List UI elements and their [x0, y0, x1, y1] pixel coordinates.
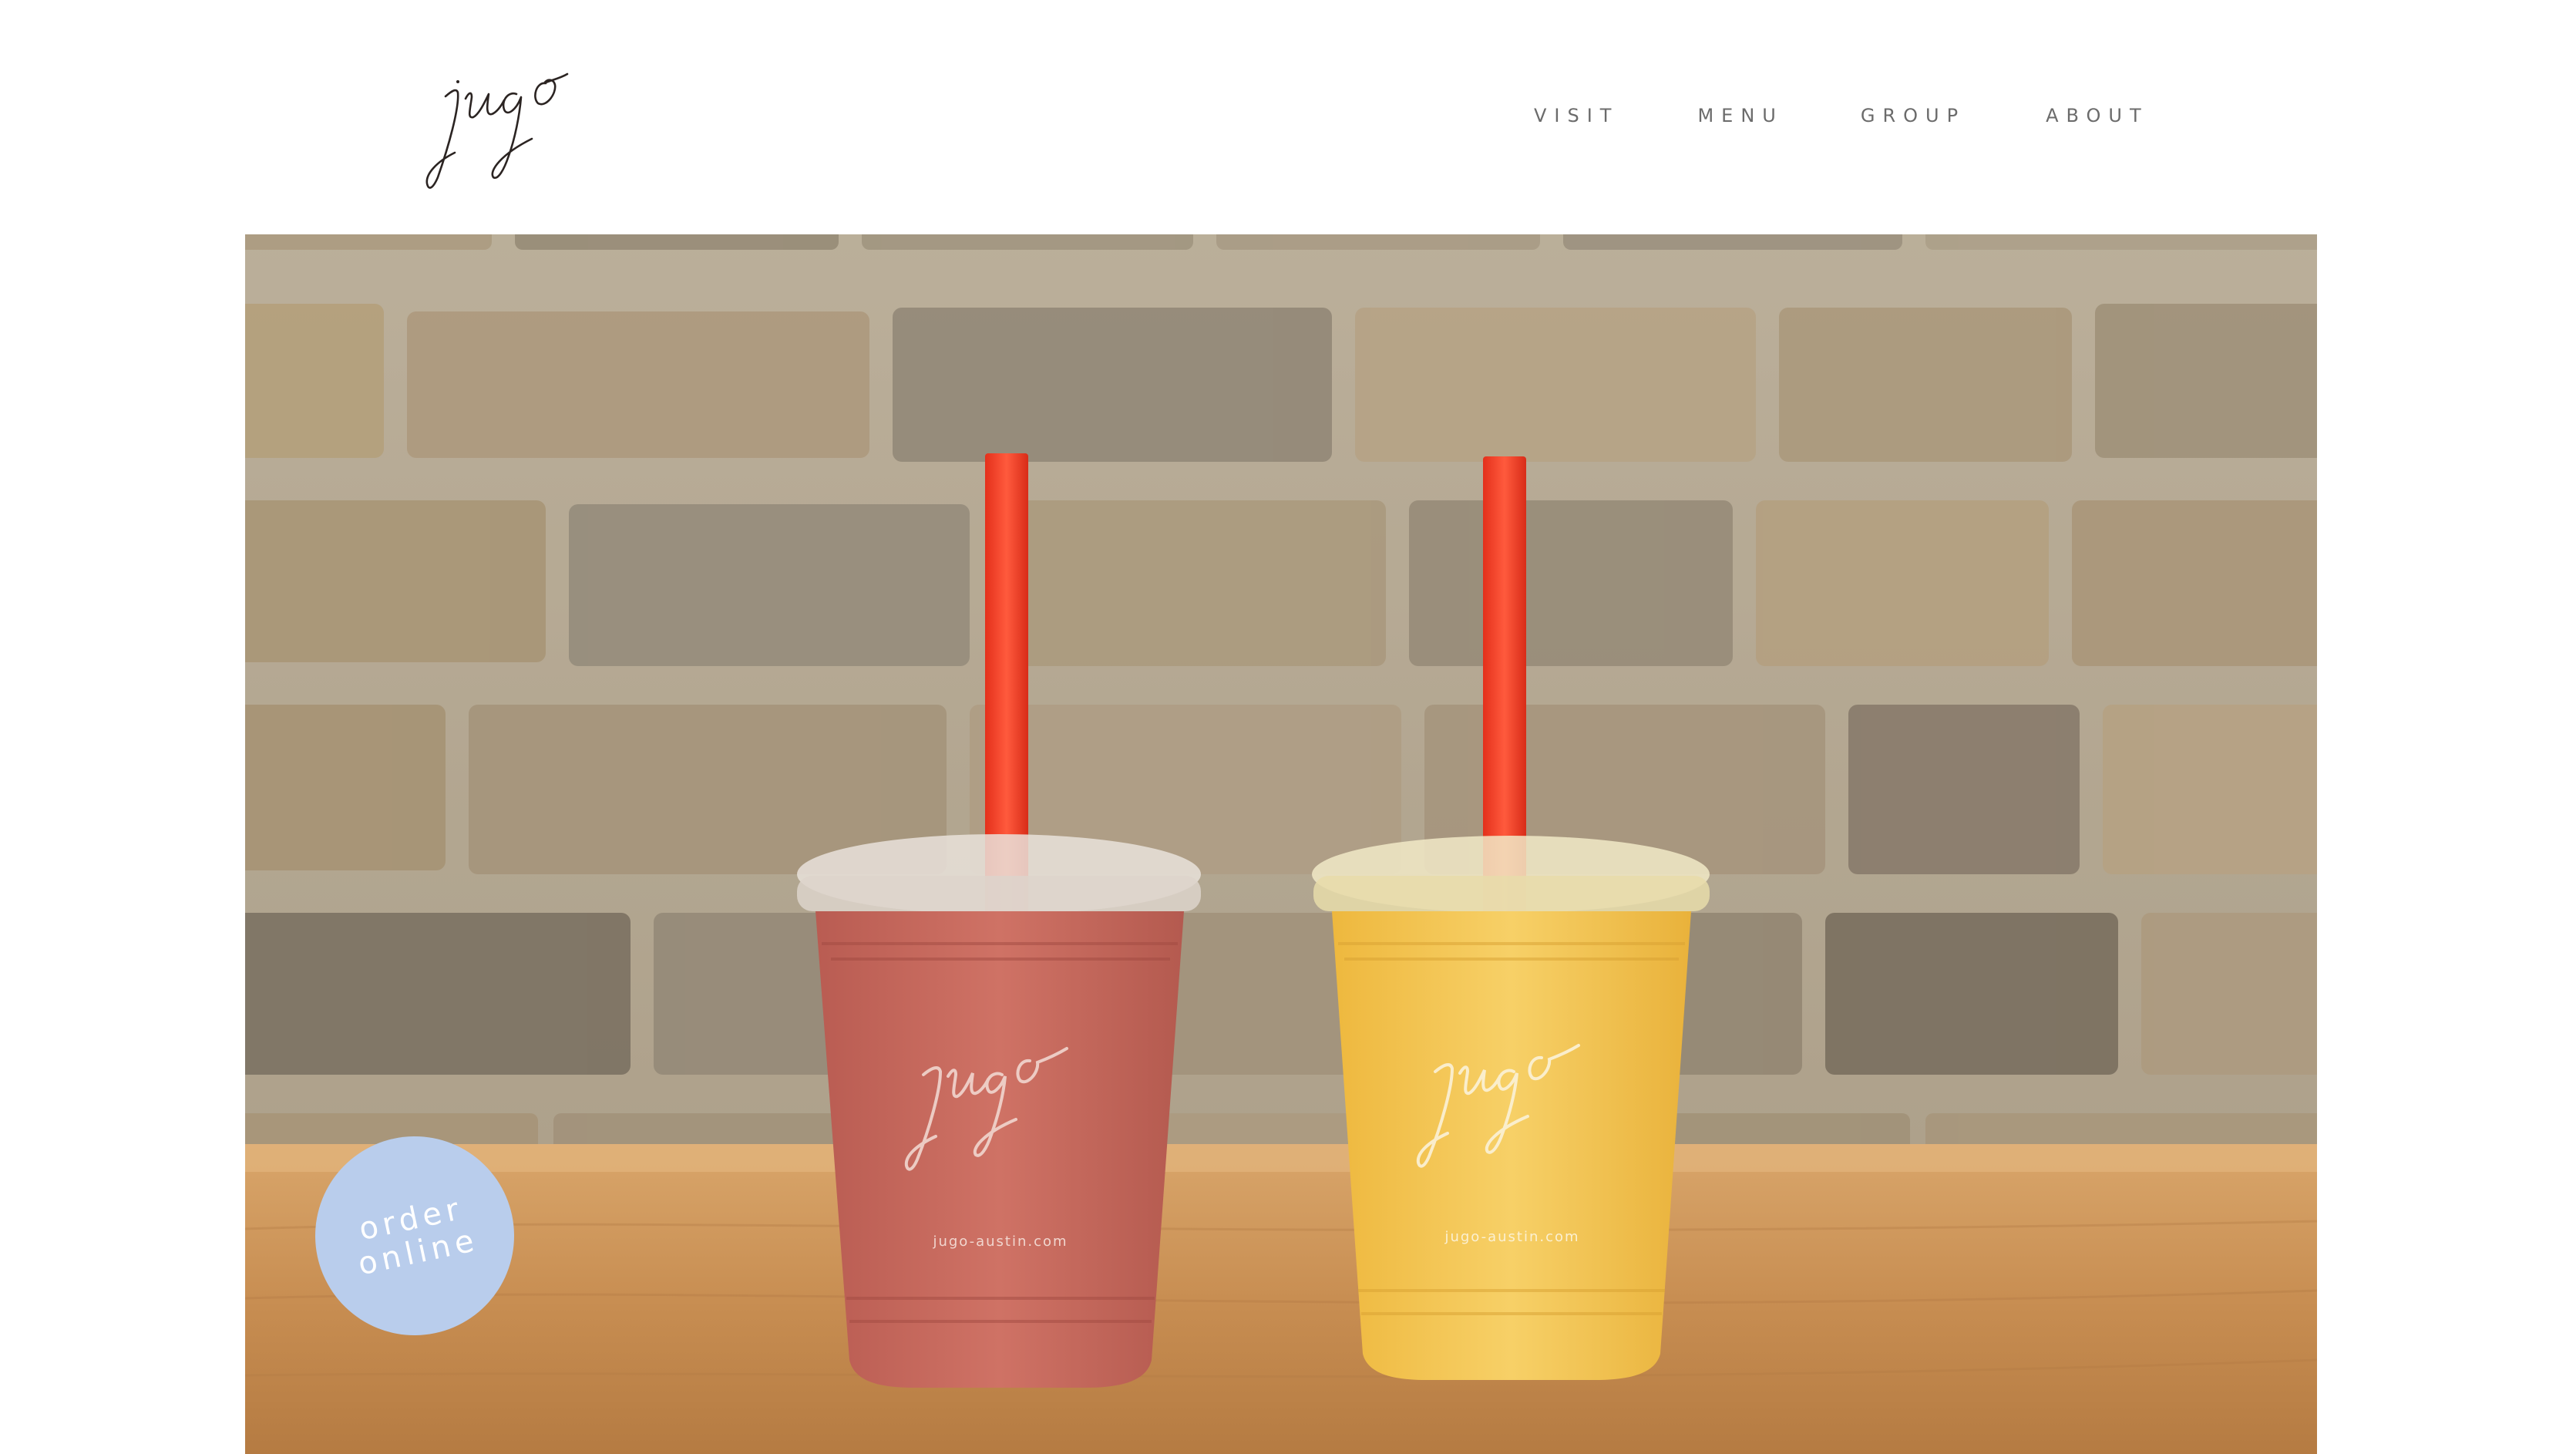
- yellow-cup-url: jugo-austin.com: [1444, 1229, 1579, 1245]
- nav-group-link[interactable]: GROUP: [1861, 105, 1966, 126]
- nav-visit-link[interactable]: VISIT: [1534, 105, 1619, 126]
- site-header: jugo VISIT MENU GROUP ABOUT: [0, 0, 2576, 231]
- page: jugo VISIT MENU GROUP ABOUT: [0, 0, 2576, 1454]
- hero-photo-smoothies: jugo-austin.com jugo-austin.com: [245, 234, 2317, 1454]
- nav-about-link[interactable]: ABOUT: [2046, 105, 2149, 126]
- hero-image: jugo-austin.com jugo-austin.com: [245, 234, 2317, 1454]
- jugo-logo[interactable]: jugo: [401, 23, 617, 193]
- logo-script-icon: [425, 72, 569, 189]
- main-nav: VISIT MENU GROUP ABOUT: [1534, 105, 2149, 126]
- nav-menu-link[interactable]: MENU: [1697, 105, 1783, 126]
- pink-cup-url: jugo-austin.com: [932, 1234, 1068, 1250]
